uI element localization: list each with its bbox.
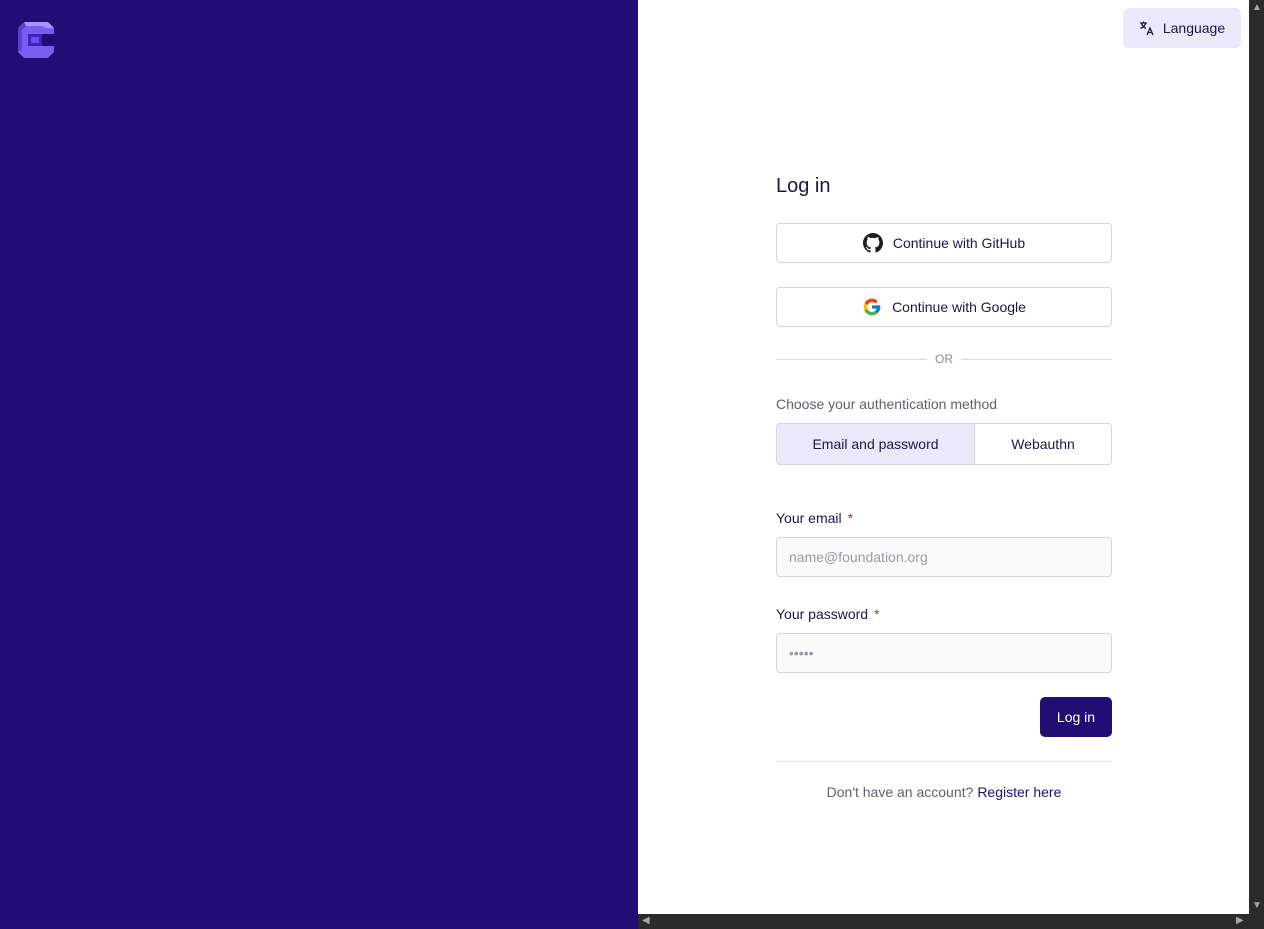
register-prompt-text: Don't have an account? <box>826 784 974 800</box>
auth-method-label: Choose your authentication method <box>776 396 998 412</box>
scroll-up-arrow-icon[interactable]: ▲ <box>1252 3 1262 13</box>
email-label: Your email * <box>776 510 853 526</box>
google-login-label: Continue with Google <box>892 299 1026 315</box>
scroll-left-arrow-icon[interactable]: ◀ <box>642 916 650 926</box>
horizontal-scrollbar[interactable] <box>638 914 1264 929</box>
method-email-password[interactable]: Email and password <box>777 424 975 464</box>
github-icon <box>862 233 883 253</box>
google-login-button[interactable]: Continue with Google <box>776 287 1112 327</box>
or-divider: OR <box>776 350 1112 368</box>
scroll-down-arrow-icon[interactable]: ▼ <box>1252 901 1262 911</box>
login-panel: Language Log in Continue with GitHub Con… <box>638 0 1249 914</box>
footer-divider <box>776 761 1112 762</box>
translate-icon <box>1139 21 1154 36</box>
login-button[interactable]: Log in <box>1040 697 1112 737</box>
vertical-scrollbar[interactable] <box>1249 0 1264 914</box>
password-label-text: Your password <box>776 606 869 622</box>
or-label: OR <box>935 352 953 366</box>
divider-line <box>961 358 1112 360</box>
login-form: Log in Continue with GitHub Continue wit… <box>776 174 1112 800</box>
required-mark: * <box>874 606 880 622</box>
register-prompt: Don't have an account? Register here <box>776 784 1112 800</box>
password-field[interactable] <box>776 633 1112 673</box>
brand-logo-icon[interactable] <box>16 20 56 60</box>
language-label: Language <box>1162 20 1226 36</box>
divider-line <box>776 358 927 360</box>
github-login-label: Continue with GitHub <box>892 235 1026 251</box>
register-link[interactable]: Register here <box>977 784 1061 800</box>
email-label-text: Your email <box>776 510 842 526</box>
page-title: Log in <box>776 175 831 197</box>
method-webauthn[interactable]: Webauthn <box>975 424 1111 464</box>
auth-method-selector: Email and password Webauthn <box>776 423 1112 465</box>
password-label: Your password * <box>776 606 880 622</box>
github-login-button[interactable]: Continue with GitHub <box>776 223 1112 263</box>
brand-panel <box>0 0 638 929</box>
google-icon <box>863 298 881 316</box>
scroll-right-arrow-icon[interactable]: ▶ <box>1236 916 1244 926</box>
email-field[interactable] <box>776 537 1112 577</box>
language-button[interactable]: Language <box>1123 8 1241 48</box>
required-mark: * <box>847 510 854 526</box>
